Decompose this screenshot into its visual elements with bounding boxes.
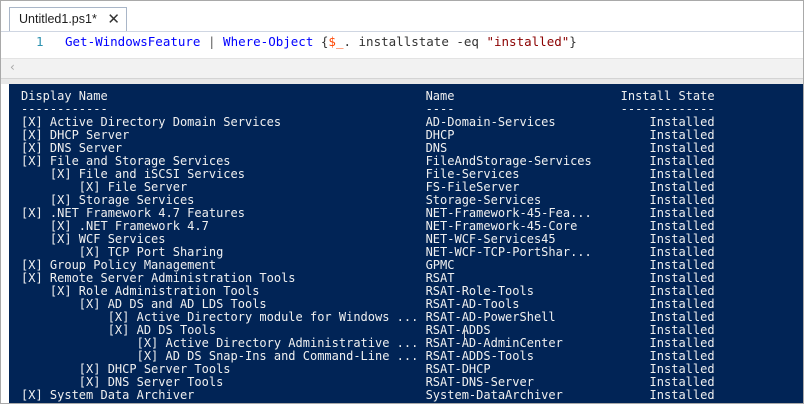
pipe-token: | <box>200 34 224 49</box>
tab-untitled1[interactable]: Untitled1.ps1* ✕ <box>9 7 127 31</box>
line-number: 1 <box>36 34 44 49</box>
ise-window: Untitled1.ps1* ✕ 1 Get-WindowsFeature | … <box>0 0 804 404</box>
script-editor[interactable]: 1 Get-WindowsFeature | Where-Object {$_.… <box>1 31 803 58</box>
close-icon[interactable]: ✕ <box>107 10 120 28</box>
console-line: [X] System Data Archiver System-DataArch… <box>21 388 715 402</box>
console-pane[interactable]: Display Name Name Install State ---------… <box>9 84 803 403</box>
code-line[interactable]: Get-WindowsFeature | Where-Object {$_. i… <box>65 34 577 49</box>
brace-token: } <box>569 34 577 49</box>
variable-token: $_ <box>328 34 344 49</box>
horizontal-scrollbar[interactable]: ‹ <box>1 58 803 79</box>
text-cursor <box>464 328 465 339</box>
parameter-token: -eq <box>456 34 479 49</box>
console-output: Display Name Name Install State ---------… <box>21 90 801 402</box>
string-token: "installed" <box>486 34 570 49</box>
property-token: . installstate <box>343 34 457 49</box>
cmdlet-token: Get-WindowsFeature <box>65 34 201 49</box>
cmdlet-token: Where-Object <box>223 34 314 49</box>
tab-title: Untitled1.ps1* <box>19 12 97 26</box>
tab-strip: Untitled1.ps1* ✕ <box>1 1 803 31</box>
brace-token: { <box>313 34 329 49</box>
scroll-left-icon[interactable]: ‹ <box>10 60 15 74</box>
